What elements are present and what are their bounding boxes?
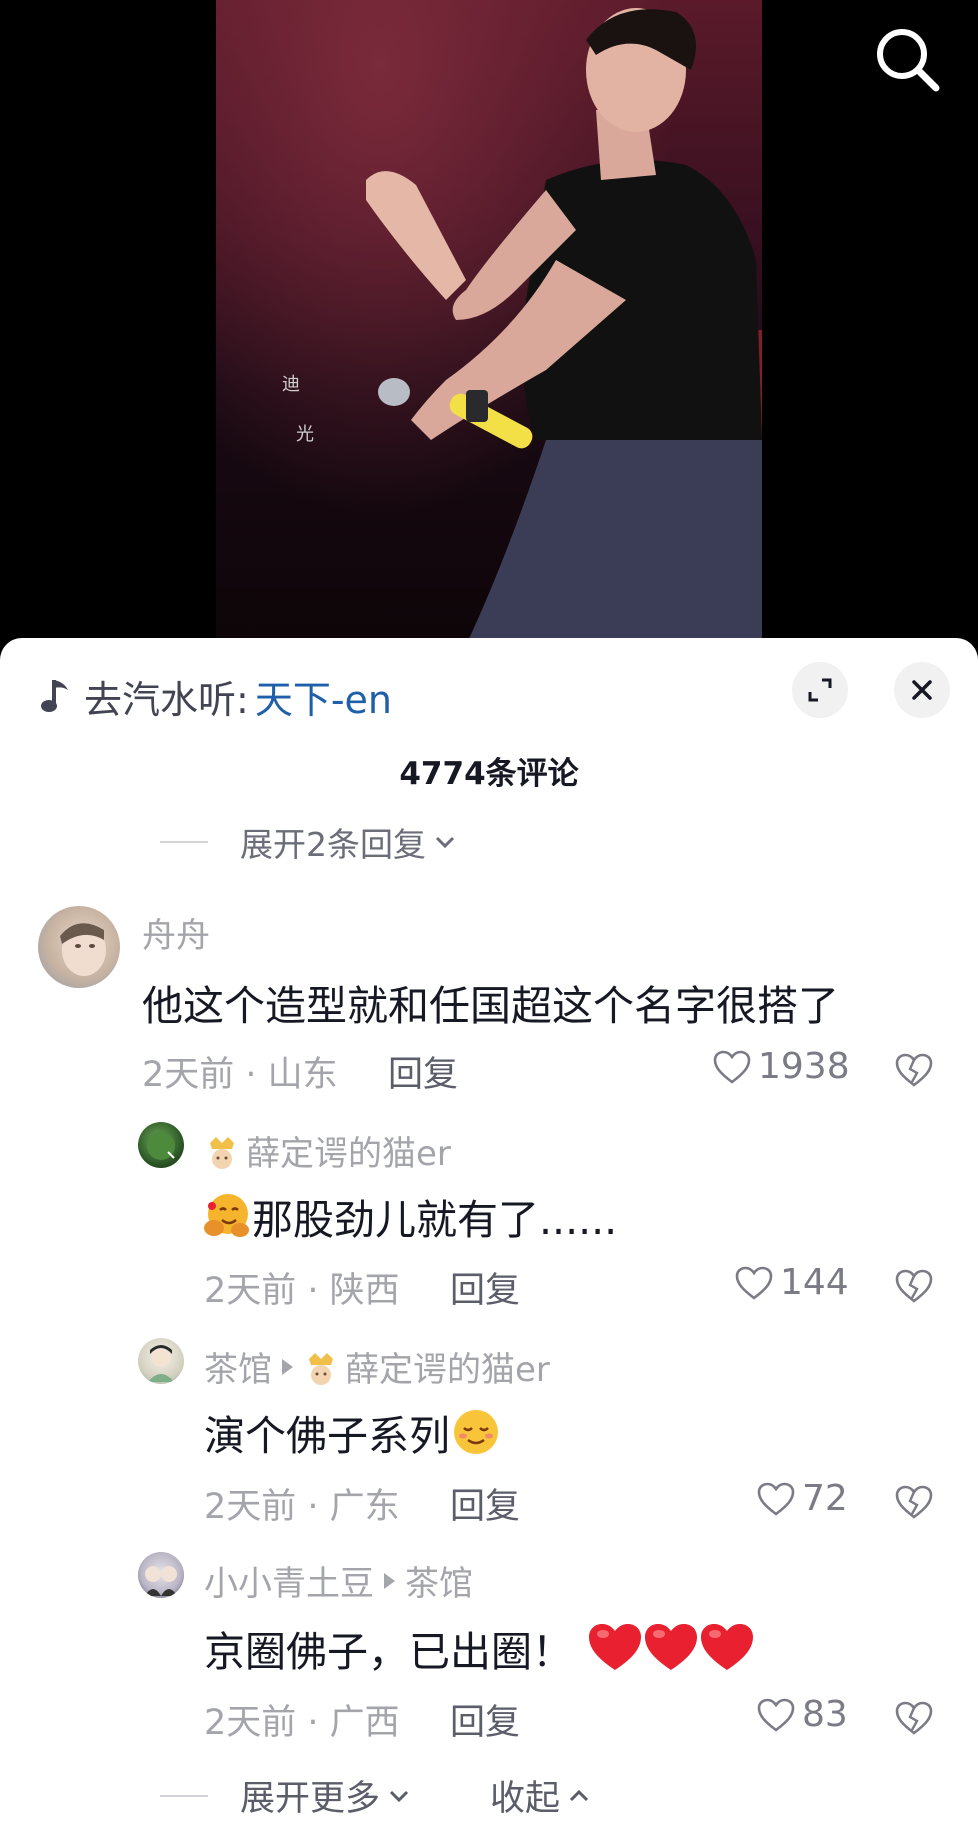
like-count: 144 (780, 1262, 849, 1303)
broken-heart-icon[interactable] (894, 1268, 934, 1304)
like-button[interactable]: 83 (756, 1694, 848, 1735)
reply-to-username[interactable]: 薛定谔的猫er (345, 1342, 550, 1391)
heart-icon (757, 1698, 795, 1732)
video-player[interactable]: 迪 光 (0, 0, 978, 645)
avatar[interactable] (138, 1552, 184, 1598)
username-text: 茶馆 (204, 1350, 272, 1390)
comment-meta: 2天前 · 山东 (142, 1055, 338, 1095)
comment-text-body: 京圈佛子，已出圈！ (204, 1628, 573, 1676)
reply-arrow-icon (384, 1572, 395, 1589)
comment-meta: 2天前 · 陕西 (204, 1271, 400, 1311)
expand-more-label: 展开更多 (240, 1779, 381, 1819)
comment-text: 演个佛子系列 (204, 1402, 502, 1462)
video-frame: 迪 光 (216, 0, 762, 645)
heart-icon (713, 1050, 751, 1084)
username-text: 薛定谔的猫er (246, 1134, 451, 1174)
divider-dash (160, 1794, 208, 1797)
music-note-icon (41, 680, 68, 712)
divider-dash (160, 841, 208, 843)
broken-heart-icon[interactable] (894, 1484, 934, 1520)
comment-username[interactable]: 薛定谔的猫er (204, 1126, 451, 1175)
comment-text-body: 演个佛子系列 (204, 1412, 450, 1460)
close-icon (912, 680, 932, 700)
avatar-image (148, 1345, 174, 1382)
comment-text: 京圈佛子，已出圈！ (204, 1618, 757, 1678)
like-count: 1938 (758, 1046, 850, 1087)
crown-badge-icon (309, 1352, 333, 1385)
red-hearts-emoji-icon (589, 1624, 753, 1670)
music-link[interactable]: 去汽水听: 天下-en (40, 672, 392, 722)
chevron-down-icon (389, 1790, 409, 1802)
like-button[interactable]: 144 (734, 1262, 849, 1303)
hug-emoji-icon (204, 1194, 249, 1237)
search-button[interactable] (870, 22, 946, 98)
music-prefix: 去汽水听: (84, 677, 249, 722)
avatar[interactable] (138, 1122, 184, 1168)
like-count: 83 (802, 1694, 848, 1735)
collapse-label: 收起 (490, 1779, 561, 1819)
expand-more-button[interactable]: 展开更多 (240, 1770, 410, 1821)
comment-sheet: 去汽水听: 天下-en 4774条评论 展开2条回复 舟舟 他这个造型就和任国超… (0, 638, 978, 1833)
collapse-button[interactable]: 收起 (490, 1770, 590, 1821)
reply-button[interactable]: 回复 (388, 1046, 458, 1097)
search-icon (877, 29, 940, 92)
reply-button[interactable]: 回复 (450, 1262, 520, 1313)
comment-meta: 2天前 · 广东 (204, 1487, 400, 1527)
crown-badge-icon (210, 1136, 234, 1169)
comment-count: 4774条评论 (399, 756, 579, 792)
avatar-image (145, 1566, 177, 1596)
comment-username[interactable]: 舟舟 (142, 908, 210, 957)
like-button[interactable]: 72 (756, 1478, 848, 1519)
reply-arrow-icon (282, 1358, 293, 1375)
comment-meta: 2天前 · 广西 (204, 1703, 400, 1743)
expand-replies-label: 展开2条回复 (240, 825, 426, 864)
like-count: 72 (802, 1478, 848, 1519)
broken-heart-icon[interactable] (894, 1052, 934, 1088)
expand-replies-button[interactable]: 展开2条回复 (160, 818, 456, 866)
fullscreen-button[interactable] (792, 662, 848, 718)
song-title[interactable]: 天下-en (255, 669, 392, 724)
comment-username[interactable]: 小小青土豆 茶馆 (204, 1556, 473, 1605)
comment-text: 他这个造型就和任国超这个名字很搭了 (142, 982, 839, 1030)
avatar-image (60, 923, 106, 976)
comment-text: 那股劲儿就有了...... (200, 1186, 617, 1246)
avatar-image (147, 1132, 175, 1160)
smiling-emoji-icon (454, 1410, 498, 1454)
svg-text:迪: 迪 (282, 374, 300, 395)
avatar[interactable] (38, 906, 120, 988)
broken-heart-icon[interactable] (894, 1700, 934, 1736)
chevron-up-icon (569, 1789, 589, 1801)
avatar[interactable] (138, 1338, 184, 1384)
video-still-image: 迪 光 (282, 8, 762, 645)
like-button[interactable]: 1938 (712, 1046, 850, 1087)
reply-to-username[interactable]: 茶馆 (405, 1556, 473, 1605)
heart-icon (735, 1266, 773, 1300)
replies-footer: 展开更多 收起 (160, 1770, 590, 1821)
svg-text:光: 光 (296, 424, 314, 445)
reply-button[interactable]: 回复 (450, 1694, 520, 1745)
reply-button[interactable]: 回复 (450, 1478, 520, 1529)
expand-icon (808, 678, 832, 702)
username-text: 小小青土豆 (204, 1564, 374, 1604)
comment-username[interactable]: 茶馆 薛定谔的猫er (204, 1342, 550, 1391)
comment-text-body: 那股劲儿就有了...... (252, 1196, 618, 1244)
close-button[interactable] (894, 662, 950, 718)
chevron-down-icon (435, 836, 455, 849)
heart-icon (757, 1482, 795, 1516)
